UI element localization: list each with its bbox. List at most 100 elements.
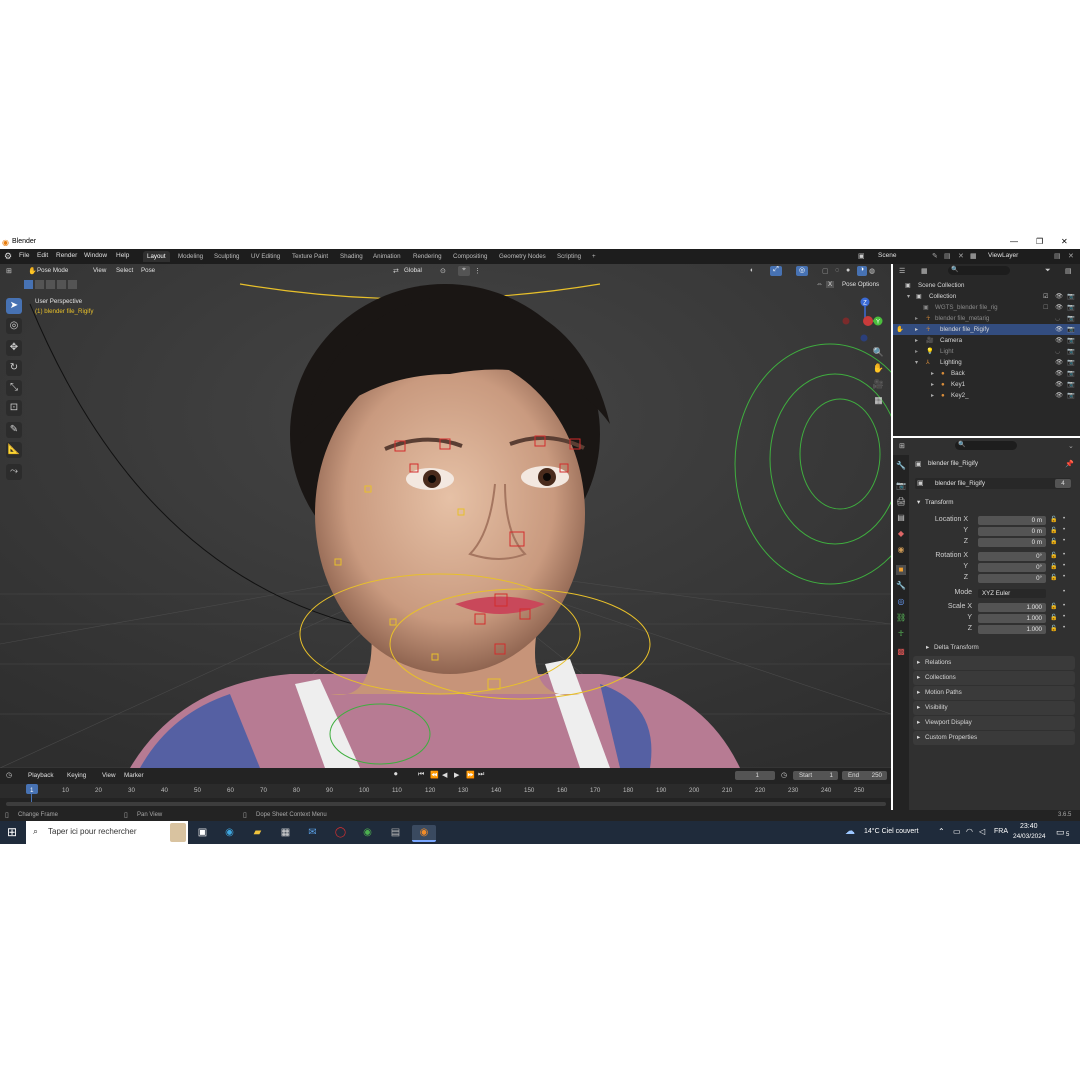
store-icon[interactable]: ▦ bbox=[278, 825, 293, 840]
keyframe-dot-icon[interactable]: • bbox=[1063, 538, 1065, 544]
hidden-eye-icon[interactable]: ◡ bbox=[1055, 346, 1060, 357]
camera-render-icon[interactable]: 📷 bbox=[1067, 357, 1075, 368]
eye-icon[interactable]: 👁 bbox=[1055, 335, 1063, 346]
outliner-row-back[interactable]: ▸ ● Back 👁 📷 bbox=[893, 368, 1080, 379]
x-mirror-toggle[interactable]: X bbox=[826, 281, 835, 288]
menu-help[interactable]: Help bbox=[116, 252, 129, 259]
prev-keyframe-icon[interactable]: ⏪ bbox=[430, 771, 439, 779]
pose-options-dropdown[interactable]: Pose Options bbox=[842, 281, 879, 288]
jump-end-icon[interactable]: ⏭ bbox=[478, 771, 484, 779]
outliner-row-wgts[interactable]: ▣ WGTS_blender file_rig ☐ 👁 📷 bbox=[893, 302, 1080, 313]
current-frame-field[interactable]: 1 bbox=[735, 771, 775, 780]
tab-scripting[interactable]: Scripting bbox=[553, 251, 585, 262]
xray-icon[interactable]: ▢ bbox=[822, 267, 829, 275]
scale-tool[interactable]: ⤡ bbox=[6, 380, 22, 396]
scale-x-field[interactable]: 1.000 bbox=[978, 603, 1046, 612]
start-frame-field[interactable]: Start 1 bbox=[793, 771, 838, 780]
editor-type-icon[interactable]: ⊞ bbox=[6, 267, 12, 275]
object-constraint-tab-icon[interactable]: ⛓ bbox=[896, 613, 906, 623]
modifier-tab-icon[interactable]: 🔧 bbox=[896, 581, 906, 591]
edge-browser-icon[interactable]: ◉ bbox=[222, 825, 237, 840]
weather-text[interactable]: 14°C Ciel couvert bbox=[864, 828, 919, 835]
select-subtract-icon[interactable] bbox=[46, 280, 55, 289]
expand-arrow-icon[interactable]: ▸ bbox=[915, 335, 918, 346]
snap-target-icon[interactable]: ⋮ bbox=[474, 267, 481, 275]
expand-arrow-icon[interactable]: ▸ bbox=[931, 368, 934, 379]
clock-date[interactable]: 24/03/2024 bbox=[1013, 833, 1046, 840]
transform-panel-header[interactable]: ▾ Transform bbox=[913, 497, 1075, 509]
minimize-button[interactable]: — bbox=[1010, 237, 1018, 246]
users-count[interactable]: 4 bbox=[1055, 479, 1071, 488]
snap-icon[interactable]: ⌖ bbox=[458, 266, 470, 276]
keyframe-dot-icon[interactable]: • bbox=[1063, 614, 1065, 620]
viewport-menu-select[interactable]: Select bbox=[116, 267, 133, 274]
blender-menu-icon[interactable]: ⚙ bbox=[4, 251, 12, 262]
timeline-editor-icon[interactable]: ◷ bbox=[6, 771, 12, 779]
tab-rendering[interactable]: Rendering bbox=[409, 251, 446, 262]
lock-icon[interactable]: 🔓 bbox=[1050, 552, 1057, 559]
select-box-tool[interactable]: ➤ bbox=[6, 298, 22, 314]
network-icon[interactable]: ▭ bbox=[953, 827, 961, 836]
timeline-menu-playback[interactable]: Playback bbox=[28, 772, 54, 779]
camera-render-icon[interactable]: 📷 bbox=[1067, 302, 1075, 313]
new-view-layer-icon[interactable]: ▤ bbox=[1054, 252, 1061, 260]
lock-icon[interactable]: 🔓 bbox=[1050, 574, 1057, 581]
expand-arrow-icon[interactable]: ▸ bbox=[931, 390, 934, 401]
delete-view-layer-icon[interactable]: ✕ bbox=[1068, 252, 1074, 260]
menu-render[interactable]: Render bbox=[56, 252, 77, 259]
outliner-row-lighting[interactable]: ▾ ⅄ Lighting 👁 📷 bbox=[893, 357, 1080, 368]
eye-icon[interactable]: 👁 bbox=[1055, 390, 1063, 401]
photos-app-icon[interactable]: ▤ bbox=[388, 825, 403, 840]
file-explorer-icon[interactable]: ▰ bbox=[250, 825, 265, 840]
select-invert-icon[interactable] bbox=[57, 280, 66, 289]
mode-selector[interactable]: Pose Mode bbox=[37, 267, 68, 274]
input-language[interactable]: FRA bbox=[994, 828, 1008, 835]
location-z-field[interactable]: 0 m bbox=[978, 538, 1046, 547]
tab-compositing[interactable]: Compositing bbox=[449, 251, 491, 262]
lock-icon[interactable]: 🔓 bbox=[1050, 527, 1057, 534]
lock-icon[interactable]: 🔓 bbox=[1050, 614, 1057, 621]
lock-icon[interactable]: 🔓 bbox=[1050, 625, 1057, 632]
play-icon[interactable]: ▶ bbox=[454, 771, 459, 779]
output-tab-icon[interactable]: 🖨 bbox=[896, 497, 906, 507]
cursor-tool[interactable]: ◎ bbox=[6, 318, 22, 334]
outliner-row-key1[interactable]: ▸ ● Key1 👁 📷 bbox=[893, 379, 1080, 390]
wireframe-shading-icon[interactable]: ◌ bbox=[835, 267, 839, 274]
tab-uv-editing[interactable]: UV Editing bbox=[247, 251, 284, 262]
properties-editor-icon[interactable]: ⊞ bbox=[899, 442, 905, 450]
volume-icon[interactable]: ◁ bbox=[979, 827, 985, 836]
timeline-scrollbar[interactable] bbox=[6, 802, 886, 806]
keyframe-dot-icon[interactable]: • bbox=[1063, 516, 1065, 522]
checkbox-icon[interactable]: ☑ bbox=[1043, 291, 1049, 302]
auto-keying-icon[interactable]: ⏺ bbox=[394, 771, 398, 779]
play-reverse-icon[interactable]: ◀ bbox=[442, 771, 447, 779]
transform-orientation-selector[interactable]: Global bbox=[404, 267, 422, 274]
camera-render-icon[interactable]: 📷 bbox=[1067, 390, 1075, 401]
blender-taskbar-icon[interactable]: ◉ bbox=[412, 825, 436, 842]
data-tab-icon[interactable]: ☥ bbox=[896, 629, 906, 639]
lock-icon[interactable]: 🔓 bbox=[1050, 538, 1057, 545]
tab-shading[interactable]: Shading bbox=[336, 251, 367, 262]
rendered-shading-icon[interactable]: ◍ bbox=[869, 267, 875, 275]
render-tab-icon[interactable]: 📷 bbox=[896, 481, 906, 491]
viewport-menu-view[interactable]: View bbox=[93, 267, 106, 274]
opera-browser-icon[interactable]: ◯ bbox=[333, 825, 348, 840]
camera-render-icon[interactable]: 📷 bbox=[1067, 335, 1075, 346]
select-intersect-icon[interactable] bbox=[68, 280, 77, 289]
outliner-editor-icon[interactable]: ☰ bbox=[899, 267, 905, 275]
visibility-icon[interactable]: ◐ bbox=[750, 267, 754, 274]
rotate-tool[interactable]: ↻ bbox=[6, 360, 22, 376]
select-extend-icon[interactable] bbox=[35, 280, 44, 289]
menu-file[interactable]: File bbox=[19, 252, 29, 259]
panel-visibility[interactable]: ▸ Visibility bbox=[913, 701, 1075, 715]
axis-neg-x-handle[interactable] bbox=[842, 317, 850, 325]
keyframe-dot-icon[interactable]: • bbox=[1063, 527, 1065, 533]
panel-viewport-display[interactable]: ▸ Viewport Display bbox=[913, 716, 1075, 730]
camera-render-icon[interactable]: 📷 bbox=[1067, 324, 1075, 335]
rotation-mode-select[interactable]: XYZ Euler bbox=[978, 589, 1046, 598]
axis-neg-z-handle[interactable] bbox=[860, 334, 868, 342]
rotation-x-field[interactable]: 0° bbox=[978, 552, 1046, 561]
lock-icon[interactable]: 🔓 bbox=[1050, 563, 1057, 570]
task-view-icon[interactable]: ▣ bbox=[195, 825, 210, 840]
maximize-button[interactable]: ❐ bbox=[1036, 237, 1043, 246]
